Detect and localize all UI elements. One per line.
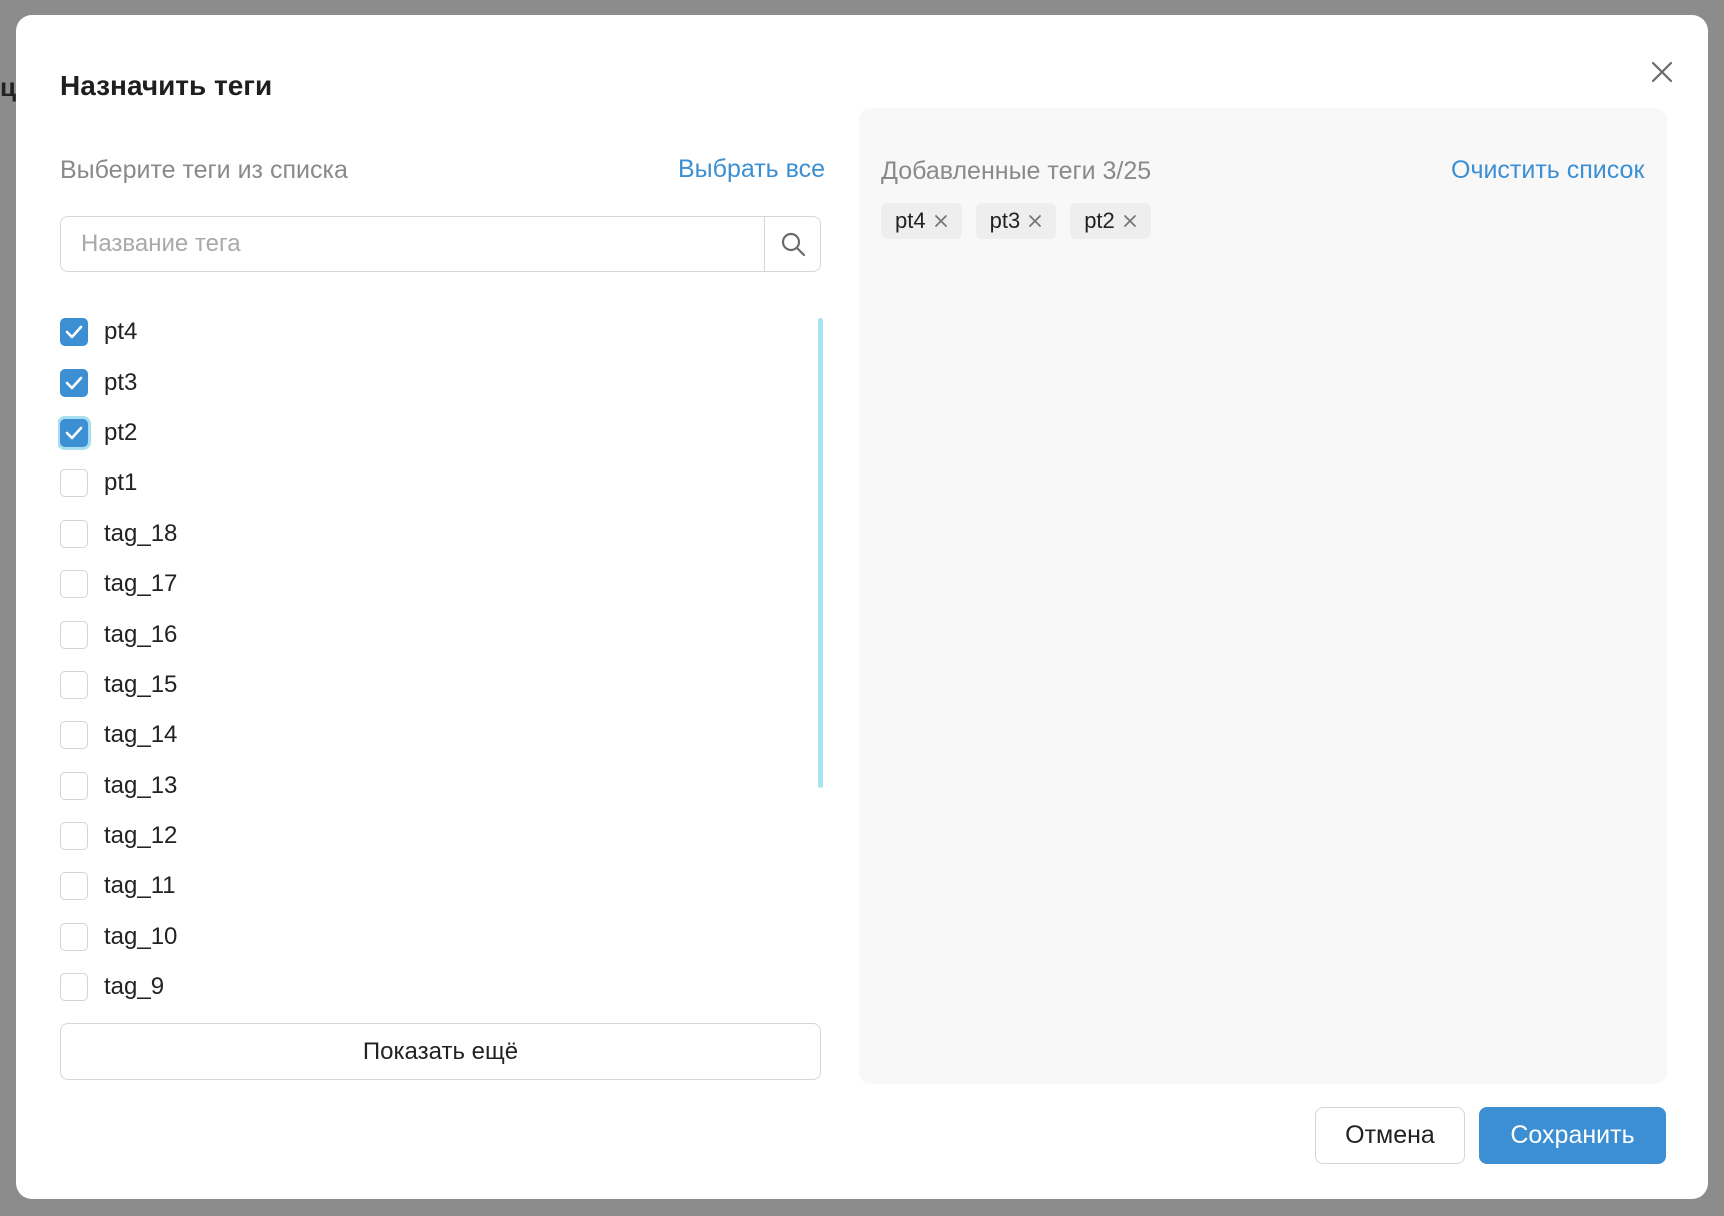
tag-checkbox[interactable]: [60, 922, 88, 951]
tag-label: tag_18: [104, 519, 178, 547]
tag-checkbox[interactable]: [60, 368, 88, 397]
close-button[interactable]: [1642, 52, 1682, 92]
tag-list: pt4 pt3 pt2 pt1 tag_18 tag_17 tag_16 tag…: [58, 307, 828, 1003]
tag-list-item[interactable]: pt3: [58, 357, 828, 407]
tag-search: [60, 216, 821, 272]
added-tags-panel: Добавленные теги 3/25 Очистить список pt…: [859, 108, 1667, 1084]
tag-checkbox[interactable]: [60, 872, 88, 901]
assign-tags-dialog: Назначить теги Выберите теги из списка В…: [16, 15, 1708, 1199]
tag-label: pt2: [104, 418, 138, 446]
tag-list-item[interactable]: tag_17: [58, 559, 828, 609]
tag-label: tag_15: [104, 670, 178, 698]
tag-checkbox[interactable]: [60, 469, 88, 498]
added-tags-label: Добавленные теги 3/25: [881, 157, 1152, 185]
close-icon: [1651, 61, 1673, 83]
added-tags-chips: pt4 pt3 pt2: [881, 203, 1151, 239]
tag-list-item[interactable]: tag_15: [58, 660, 828, 710]
tag-search-input[interactable]: [61, 217, 764, 271]
tag-checkbox[interactable]: [60, 670, 88, 699]
x-icon: [934, 215, 947, 227]
tag-list-item[interactable]: pt1: [58, 458, 828, 508]
tag-checkbox[interactable]: [60, 519, 88, 548]
tag-label: tag_11: [104, 872, 176, 900]
tag-label: tag_9: [104, 973, 165, 1001]
check-icon: [65, 376, 83, 389]
tag-label: tag_17: [104, 570, 178, 598]
check-icon: [65, 426, 83, 440]
tag-chip: pt4: [881, 203, 962, 239]
tag-list-item[interactable]: pt4: [58, 307, 828, 357]
tag-chip-label: pt3: [989, 208, 1021, 233]
tag-checkbox[interactable]: [60, 418, 88, 447]
tag-checkbox[interactable]: [60, 771, 88, 800]
tag-chip: pt3: [975, 203, 1057, 239]
tag-label: tag_16: [104, 620, 178, 648]
tag-list-scrollbar[interactable]: [818, 318, 823, 788]
tag-list-item[interactable]: tag_18: [58, 509, 828, 559]
tag-label: pt4: [104, 318, 138, 346]
tag-list-item[interactable]: tag_16: [58, 609, 828, 659]
remove-tag-button[interactable]: [1028, 214, 1042, 228]
tag-label: pt1: [104, 469, 138, 497]
tag-list-item[interactable]: tag_13: [58, 761, 828, 811]
tag-list-item[interactable]: tag_12: [58, 811, 828, 861]
tag-label: tag_13: [104, 771, 178, 799]
check-icon: [65, 325, 83, 339]
save-button[interactable]: Сохранить: [1479, 1107, 1666, 1164]
tag-label: tag_12: [104, 822, 178, 850]
tag-label: pt3: [104, 368, 138, 396]
tag-checkbox[interactable]: [60, 570, 88, 599]
tag-list-item[interactable]: tag_11: [58, 861, 828, 911]
show-more-button[interactable]: Показать ещё: [60, 1023, 821, 1080]
tag-chip: pt2: [1070, 203, 1151, 239]
tag-checkbox[interactable]: [60, 721, 88, 750]
tag-list-item[interactable]: tag_9: [58, 962, 828, 1003]
tag-list-item[interactable]: tag_10: [58, 912, 828, 962]
x-icon: [1123, 215, 1136, 227]
dialog-title: Назначить теги: [60, 70, 273, 101]
tag-label: tag_14: [104, 721, 178, 749]
remove-tag-button[interactable]: [1123, 214, 1137, 228]
tag-chip-label: pt4: [895, 208, 926, 233]
tag-checkbox[interactable]: [60, 318, 88, 347]
x-icon: [1029, 215, 1042, 227]
search-button[interactable]: [764, 217, 820, 271]
select-tags-label: Выберите теги из списка: [60, 156, 348, 184]
tag-list-item[interactable]: tag_14: [58, 710, 828, 760]
tag-label: tag_10: [104, 922, 178, 950]
tag-checkbox[interactable]: [60, 620, 88, 649]
clear-list-link[interactable]: Очистить список: [1451, 156, 1644, 185]
search-icon: [781, 232, 805, 257]
remove-tag-button[interactable]: [934, 214, 948, 228]
tag-checkbox[interactable]: [60, 973, 88, 1002]
tag-checkbox[interactable]: [60, 822, 88, 851]
cancel-button[interactable]: Отмена: [1315, 1107, 1465, 1164]
tag-chip-label: pt2: [1084, 208, 1115, 233]
select-all-link[interactable]: Выбрать все: [678, 155, 825, 184]
tag-list-item[interactable]: pt2: [58, 408, 828, 458]
